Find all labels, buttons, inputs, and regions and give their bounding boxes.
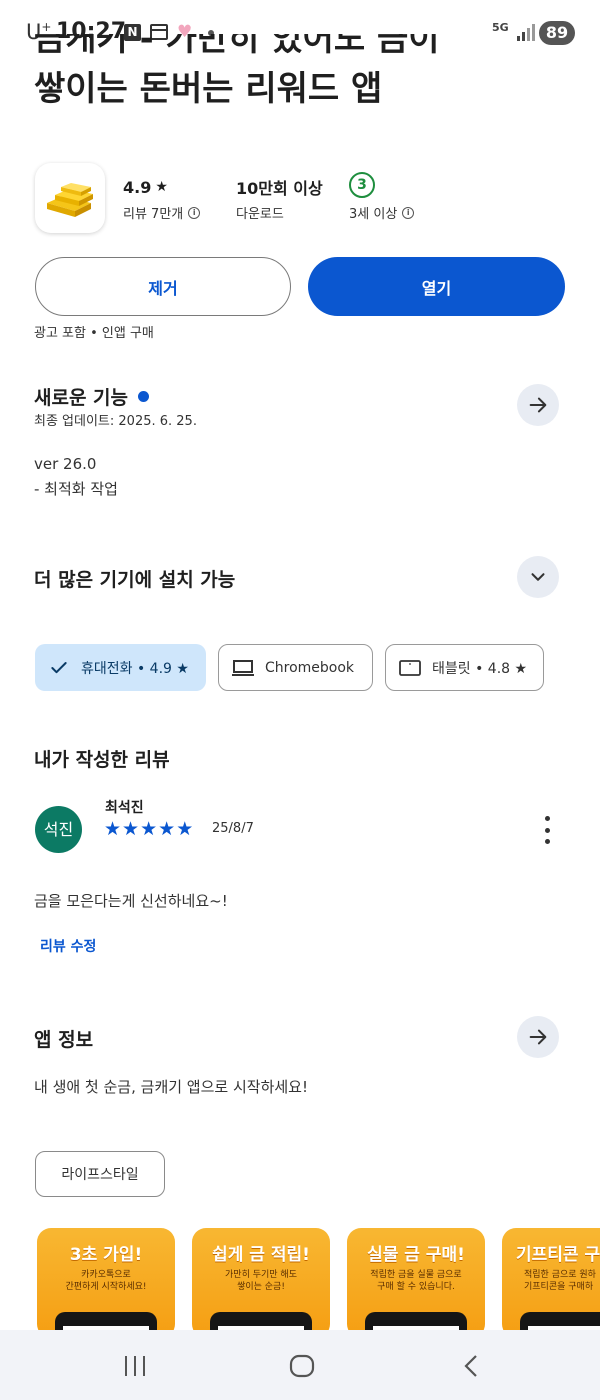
ads-iap-note: 광고 포함 • 인앱 구매 (34, 326, 154, 341)
star-icon: ★ (155, 179, 168, 195)
chevron-down-icon (531, 573, 545, 581)
screenshot-card[interactable]: 쉽게 금 적립! 가만히 두기만 해도 쌓이는 순금! (192, 1228, 330, 1338)
review-stars: ★ ★ ★ ★ ★ (104, 818, 193, 840)
device-chip-tablet[interactable]: 태블릿 • 4.8 ★ (385, 644, 544, 691)
my-review-heading: 내가 작성한 리뷰 (34, 749, 170, 771)
open-button[interactable]: 열기 (308, 257, 565, 316)
age-rating-label: 3세 이상 (349, 207, 398, 222)
app-info-heading: 앱 정보 (34, 1029, 94, 1051)
gold-bars-icon (47, 183, 93, 217)
devices-expand-button[interactable] (517, 556, 559, 598)
screenshot-card[interactable]: 실물 금 구매! 적립한 금을 실물 금으로 구매 할 수 있습니다. (347, 1228, 485, 1338)
whats-new-heading: 새로운 기능 (34, 383, 150, 410)
review-text: 금을 모은다는게 신선하네요~! (34, 892, 228, 910)
rating-stat[interactable]: 4.9 ★ 리뷰 7만개 i (123, 176, 201, 222)
last-updated: 최종 업데이트: 2025. 6. 25. (34, 414, 197, 429)
star-icon: ★ (176, 818, 194, 840)
star-icon: ★ (158, 818, 176, 840)
home-icon[interactable] (288, 1354, 316, 1378)
app-description: 내 생애 첫 순금, 금캐기 앱으로 시작하세요! (34, 1078, 308, 1096)
devices-heading: 더 많은 기기에 설치 가능 (34, 569, 236, 591)
info-icon: i (402, 206, 415, 219)
network-type-icon: 5G (492, 21, 509, 34)
whats-new-arrow-button[interactable] (517, 384, 559, 426)
downloads-label: 다운로드 (236, 207, 284, 222)
star-icon: ★ (140, 818, 158, 840)
reviewer-name: 최석진 (105, 800, 144, 816)
recent-apps-icon[interactable] (122, 1354, 148, 1378)
tablet-icon (399, 659, 421, 676)
app-info-arrow-button[interactable] (517, 1016, 559, 1058)
new-indicator-dot (138, 391, 150, 402)
category-chip[interactable]: 라이프스타일 (35, 1151, 165, 1197)
system-nav-bar (0, 1330, 600, 1400)
arrow-right-icon (529, 397, 547, 413)
review-date: 25/8/7 (212, 821, 254, 836)
app-title: 금캐기 - 가만히 있어도 금이 쌓이는 돈버는 리워드 앱 (34, 34, 440, 109)
uninstall-button[interactable]: 제거 (35, 257, 291, 316)
arrow-right-icon (529, 1029, 547, 1045)
release-notes: - 최적화 작업 (34, 480, 118, 498)
device-chip-phone[interactable]: 휴대전화 • 4.9 ★ (35, 644, 206, 691)
rating-count: 리뷰 7만개 (123, 207, 184, 222)
screenshot-card[interactable]: 3초 가입! 카카오톡으로 간편하게 시작하세요! (37, 1228, 175, 1338)
edit-review-link[interactable]: 리뷰 수정 (40, 936, 96, 956)
check-icon (51, 661, 67, 673)
screenshot-card[interactable]: 기프티콘 구 적립한 금으로 원하 기프티콘을 구매하 (502, 1228, 600, 1338)
age-rating-badge: 3 (349, 172, 375, 198)
star-icon: ★ (104, 818, 122, 840)
more-options-icon[interactable] (540, 816, 554, 844)
info-icon: i (188, 206, 201, 219)
downloads-stat: 10만회 이상 다운로드 (236, 176, 323, 222)
downloads-value: 10만회 이상 (236, 179, 323, 198)
age-rating-stat[interactable]: 3 3세 이상 i (349, 172, 415, 222)
version-text: ver 26.0 (34, 455, 97, 473)
avatar: 석진 (35, 806, 82, 853)
back-icon[interactable] (460, 1354, 482, 1378)
laptop-icon (232, 659, 254, 676)
app-icon (35, 163, 105, 233)
rating-value: 4.9 (123, 177, 152, 197)
star-icon: ★ (122, 818, 140, 840)
device-chip-chromebook[interactable]: Chromebook (218, 644, 373, 691)
